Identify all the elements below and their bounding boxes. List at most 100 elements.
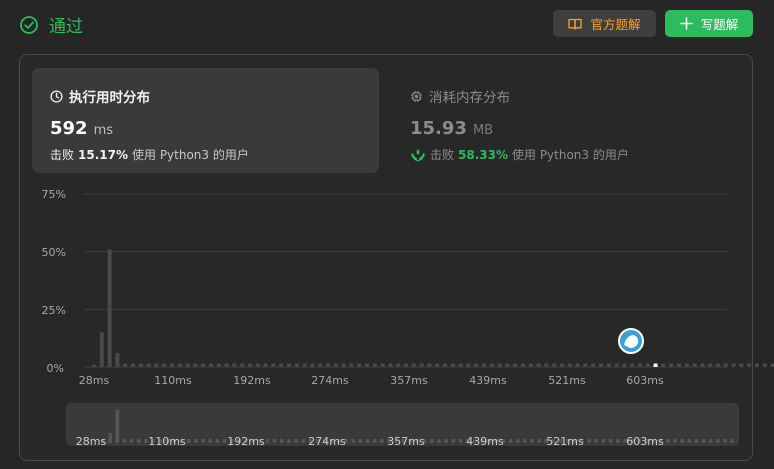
bar[interactable]	[747, 363, 752, 367]
bar[interactable]	[567, 363, 572, 367]
bar[interactable]	[552, 363, 557, 367]
bar[interactable]	[185, 363, 190, 367]
bar[interactable]	[224, 363, 229, 367]
bar[interactable]	[489, 363, 494, 367]
x-tick-label: 357ms	[390, 374, 428, 387]
bar[interactable]	[302, 363, 307, 367]
bar[interactable]	[287, 363, 291, 367]
y-tick-label: 50%	[42, 246, 66, 259]
bar[interactable]	[435, 363, 440, 367]
bar[interactable]	[466, 363, 471, 367]
bar[interactable]	[638, 363, 642, 367]
bar[interactable]	[661, 363, 666, 367]
bar[interactable]	[357, 363, 362, 367]
bar[interactable]	[396, 363, 401, 367]
x-tick-label: 192ms	[233, 374, 271, 387]
bar[interactable]	[404, 363, 408, 367]
bar[interactable]	[271, 363, 276, 367]
bar[interactable]	[294, 363, 299, 367]
bar[interactable]	[583, 363, 588, 367]
range-selector[interactable]	[66, 403, 739, 446]
bar[interactable]	[232, 363, 237, 367]
bar[interactable]	[731, 363, 736, 367]
bar-my-submission[interactable]	[653, 363, 658, 367]
bar[interactable]	[209, 363, 213, 367]
bar[interactable]	[341, 363, 346, 367]
bar[interactable]	[669, 363, 674, 367]
bar[interactable]	[170, 363, 174, 367]
bar[interactable]	[380, 363, 385, 367]
bar[interactable]	[240, 363, 245, 367]
bar[interactable]	[92, 364, 96, 367]
bar[interactable]	[591, 363, 596, 367]
x-tick-label: 439ms	[469, 374, 507, 387]
bar[interactable]	[630, 363, 635, 367]
bar[interactable]	[692, 363, 697, 367]
bar[interactable]	[614, 363, 619, 367]
bar[interactable]	[505, 363, 510, 367]
bar[interactable]	[450, 363, 455, 367]
bar[interactable]	[419, 363, 424, 367]
bar[interactable]	[279, 363, 284, 367]
bar[interactable]	[723, 363, 728, 367]
bar[interactable]	[458, 363, 463, 367]
bar[interactable]	[388, 363, 393, 367]
my-submission-marker[interactable]	[618, 328, 644, 354]
bar[interactable]	[677, 363, 681, 367]
bar[interactable]	[544, 363, 549, 367]
bar[interactable]	[310, 363, 315, 367]
bar[interactable]	[263, 363, 268, 367]
bar[interactable]	[762, 363, 767, 367]
bar[interactable]	[372, 363, 377, 367]
bar[interactable]	[770, 363, 774, 367]
bar[interactable]	[497, 363, 502, 367]
runtime-distribution-chart[interactable]: 75% 50% 25% 0% 28ms 110ms 192ms 274ms 35…	[0, 0, 774, 400]
bar[interactable]	[606, 363, 611, 367]
bar[interactable]	[411, 363, 416, 367]
bar[interactable]	[138, 363, 143, 367]
bar[interactable]	[123, 363, 128, 367]
bar[interactable]	[193, 363, 198, 367]
bar[interactable]	[474, 363, 479, 367]
bar[interactable]	[154, 363, 159, 367]
bar[interactable]	[536, 363, 541, 367]
bar[interactable]	[248, 363, 252, 367]
bar[interactable]	[216, 363, 221, 367]
x-tick-label: 521ms	[548, 374, 586, 387]
bar[interactable]	[560, 363, 564, 367]
bar[interactable]	[146, 363, 151, 367]
bar[interactable]	[482, 363, 486, 367]
bar[interactable]	[131, 363, 135, 367]
bar[interactable]	[528, 363, 533, 367]
bar[interactable]	[318, 363, 323, 367]
bar[interactable]	[716, 363, 720, 367]
bar[interactable]	[107, 249, 112, 367]
bar[interactable]	[255, 363, 260, 367]
bar[interactable]	[365, 363, 369, 367]
bar[interactable]	[201, 363, 206, 367]
bar[interactable]	[177, 363, 182, 367]
bar[interactable]	[700, 363, 705, 367]
y-tick-label: 0%	[47, 362, 64, 375]
bar[interactable]	[599, 363, 603, 367]
bar[interactable]	[443, 363, 447, 367]
bar[interactable]	[684, 363, 689, 367]
x-tick-label: 274ms	[311, 374, 349, 387]
bar[interactable]	[575, 363, 580, 367]
bar[interactable]	[622, 363, 627, 367]
bar[interactable]	[162, 363, 167, 367]
bar[interactable]	[708, 363, 713, 367]
bar[interactable]	[115, 353, 120, 367]
bar[interactable]	[739, 363, 744, 367]
bar[interactable]	[521, 363, 525, 367]
bar[interactable]	[326, 363, 330, 367]
bar[interactable]	[645, 363, 650, 367]
bar[interactable]	[333, 363, 338, 367]
bar[interactable]	[427, 363, 432, 367]
bar[interactable]	[513, 363, 518, 367]
x-tick-label: 28ms	[79, 374, 110, 387]
bars	[92, 249, 774, 367]
bar[interactable]	[755, 363, 759, 367]
bar[interactable]	[349, 363, 354, 367]
bar[interactable]	[99, 332, 104, 367]
